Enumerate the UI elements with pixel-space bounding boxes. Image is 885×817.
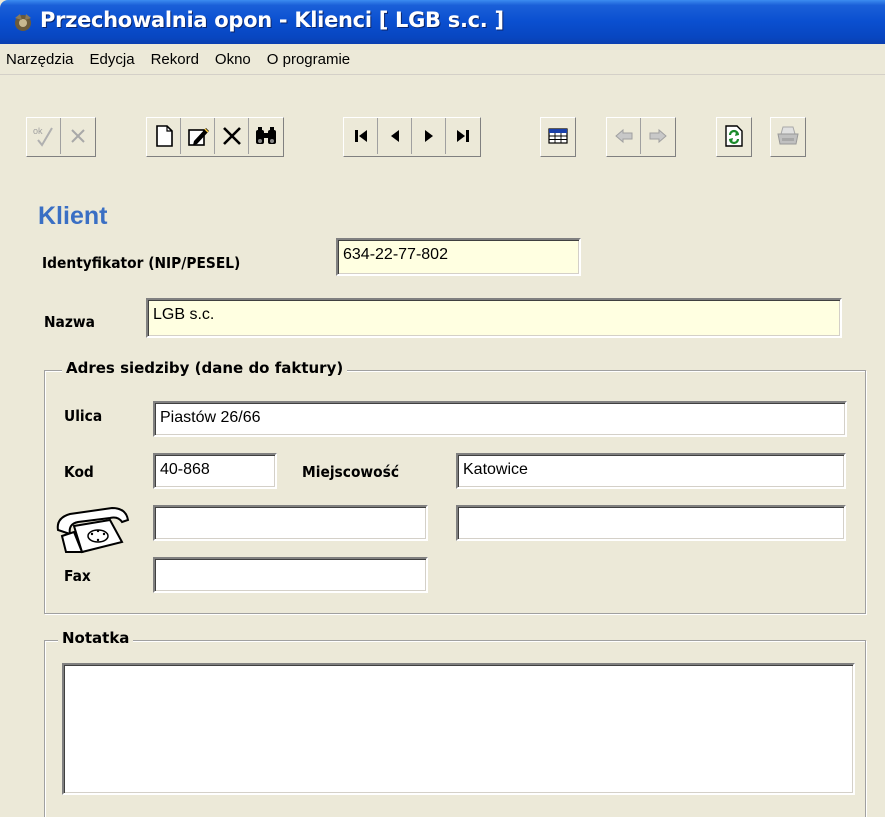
arrow-right-icon [649,128,667,144]
binoculars-icon [256,127,276,144]
first-record-button[interactable] [344,118,378,154]
phone-field-1[interactable] [153,505,428,541]
nazwa-label: Nazwa [44,313,95,331]
page-title: Klient [38,202,108,230]
menu-o-programie[interactable]: O programie [259,51,358,68]
find-button[interactable] [249,118,283,154]
menu-bar: Narzędzia Edycja Rekord Okno O programie [0,44,885,75]
cancel-icon [71,129,85,143]
back-button[interactable] [607,118,641,154]
menu-okno[interactable]: Okno [207,51,259,68]
notatka-textarea[interactable] [62,663,855,795]
grid-view-button[interactable] [541,118,575,154]
refresh-icon [725,125,743,147]
edit-icon [187,128,209,146]
window-title: Przechowalnia opon - Klienci [ LGB s.c. … [40,8,504,32]
telephone-icon [56,506,130,554]
previous-record-button[interactable] [378,118,412,154]
phone-field-2[interactable] [456,505,846,541]
menu-narzedzia[interactable]: Narzędzia [0,51,82,68]
printer-icon [777,126,799,145]
arrow-left-icon [614,128,632,144]
kod-field[interactable]: 40-868 [153,453,277,489]
delete-icon [222,127,241,145]
ulica-field[interactable]: Piastów 26/66 [153,401,847,437]
nazwa-field[interactable]: LGB s.c. [146,298,842,338]
address-group-label: Adres siedziby (dane do faktury) [62,359,348,377]
toolbar-group-print [770,117,806,157]
ulica-label: Ulica [64,407,103,425]
delete-button[interactable] [215,118,249,154]
menu-rekord[interactable]: Rekord [143,51,207,68]
edit-button[interactable] [181,118,215,154]
kod-label: Kod [64,463,94,481]
app-icon [15,14,31,31]
table-icon [548,128,568,144]
fax-field[interactable] [153,557,428,593]
forward-button[interactable] [641,118,675,154]
toolbar-group-refresh [716,117,752,157]
identyfikator-label: Identyfikator (NIP/PESEL) [42,254,241,272]
fax-label: Fax [64,567,91,585]
title-bar[interactable]: Przechowalnia opon - Klienci [ LGB s.c. … [0,0,885,44]
notatka-group-label: Notatka [58,629,134,647]
next-record-icon [424,130,433,142]
previous-record-icon [390,130,399,142]
toolbar-group-history [606,117,676,157]
miejscowosc-label: Miejscowość [302,463,400,481]
new-button[interactable] [147,118,181,154]
toolbar-group-view [540,117,576,157]
last-record-button[interactable] [446,118,480,154]
miejscowosc-field[interactable]: Katowice [456,453,846,489]
menu-edycja[interactable]: Edycja [82,51,143,68]
toolbar: ok [0,75,885,175]
refresh-button[interactable] [717,118,751,154]
ok-button[interactable]: ok [27,118,61,154]
app-window: Przechowalnia opon - Klienci [ LGB s.c. … [0,0,885,817]
print-button[interactable] [771,118,805,154]
ok-icon: ok [33,126,53,147]
last-record-icon [457,130,469,142]
first-record-icon [354,130,367,142]
next-record-button[interactable] [412,118,446,154]
svg-text:ok: ok [33,126,43,136]
toolbar-group-navigation [343,117,481,157]
toolbar-group-record [146,117,284,157]
toolbar-group-confirm: ok [26,117,96,157]
identyfikator-field[interactable]: 634-22-77-802 [336,238,581,276]
new-document-icon [155,125,173,147]
cancel-button[interactable] [61,118,95,154]
